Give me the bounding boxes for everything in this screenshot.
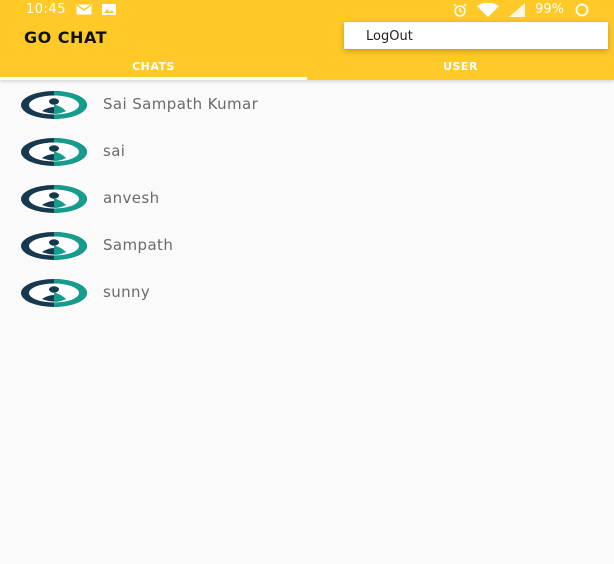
chat-name: anvesh xyxy=(103,189,160,207)
status-left: 10:45 xyxy=(26,2,116,17)
chat-name: sai xyxy=(103,142,126,160)
user-avatar-icon xyxy=(20,278,88,308)
battery-icon xyxy=(574,3,590,17)
alarm-icon xyxy=(453,3,467,17)
user-avatar-icon xyxy=(20,231,88,261)
user-avatar-icon xyxy=(20,90,88,120)
tab-chats-label: CHATS xyxy=(132,60,175,73)
overflow-menu: LogOut xyxy=(344,22,608,49)
tab-chats[interactable]: CHATS xyxy=(0,56,307,80)
app-title: GO CHAT xyxy=(24,28,107,47)
user-avatar-icon xyxy=(20,137,88,167)
chat-list-item[interactable]: sai xyxy=(0,127,614,174)
image-icon xyxy=(101,4,116,15)
signal-icon xyxy=(509,2,526,17)
status-right: 99% xyxy=(453,2,590,17)
tab-user-label: USER xyxy=(443,60,478,73)
user-avatar-icon xyxy=(20,184,88,214)
chat-name: Sai Sampath Kumar xyxy=(103,95,259,113)
chat-name: Sampath xyxy=(103,236,174,254)
tab-active-indicator xyxy=(0,77,307,80)
wifi-icon xyxy=(477,2,500,17)
tab-bar: CHATS USER xyxy=(0,56,614,80)
chat-list-item[interactable]: sunny xyxy=(0,268,614,315)
chat-name: sunny xyxy=(103,283,151,301)
chat-list-item[interactable]: Sai Sampath Kumar xyxy=(0,80,614,127)
logout-menu-item[interactable]: LogOut xyxy=(366,29,413,44)
chat-list-item[interactable]: Sampath xyxy=(0,221,614,268)
tab-user[interactable]: USER xyxy=(307,56,614,80)
chat-list-item[interactable]: anvesh xyxy=(0,174,614,221)
status-time: 10:45 xyxy=(26,2,66,17)
mail-icon xyxy=(76,4,92,15)
status-bar: 10:45 99% xyxy=(0,0,614,20)
battery-percent: 99% xyxy=(535,2,564,17)
